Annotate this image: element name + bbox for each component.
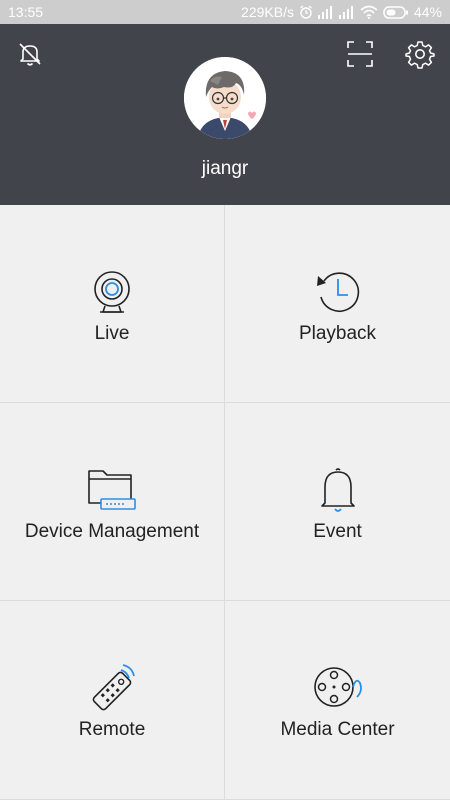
- scan-icon[interactable]: [346, 40, 374, 68]
- main-menu-grid: Live Playback Device Management Event Re…: [0, 205, 450, 800]
- username: jiangr: [201, 158, 249, 179]
- avatar-illustration: [184, 57, 266, 139]
- battery-icon: [383, 5, 408, 19]
- film-reel-icon: [313, 667, 362, 707]
- menu-item-live[interactable]: Live: [0, 205, 225, 403]
- profile-header: jiangr: [0, 24, 450, 205]
- menu-item-media-center[interactable]: Media Center: [225, 601, 450, 800]
- folder-device-icon: [88, 470, 136, 510]
- status-bar: 13:55 229KB/s 44%: [0, 0, 450, 24]
- status-time: 13:55: [8, 4, 44, 20]
- alarm-icon: [300, 5, 312, 19]
- menu-item-remote[interactable]: Remote: [0, 601, 225, 800]
- wifi-icon: [360, 5, 378, 19]
- avatar[interactable]: [184, 57, 266, 139]
- webcam-icon: [94, 271, 130, 313]
- signal-icon: [317, 5, 332, 19]
- menu-item-label: Remote: [78, 719, 146, 740]
- menu-item-playback[interactable]: Playback: [225, 205, 450, 403]
- menu-item-label: Playback: [298, 323, 377, 344]
- gear-icon[interactable]: [405, 39, 435, 69]
- menu-item-label: Device Management: [24, 521, 200, 542]
- bell-off-icon[interactable]: [16, 40, 44, 68]
- battery-percent: 44%: [413, 4, 442, 20]
- status-icons: 229KB/s 44%: [241, 4, 442, 20]
- network-speed: 229KB/s: [241, 4, 294, 20]
- menu-item-label: Live: [94, 323, 130, 344]
- bell-icon: [320, 468, 355, 512]
- menu-item-event[interactable]: Event: [225, 403, 450, 601]
- history-clock-icon: [316, 272, 359, 312]
- signal-icon-2: [338, 5, 353, 19]
- menu-item-label: Event: [313, 521, 362, 542]
- menu-item-device-management[interactable]: Device Management: [0, 403, 225, 601]
- menu-item-label: Media Center: [280, 719, 395, 740]
- remote-control-icon: [92, 664, 135, 711]
